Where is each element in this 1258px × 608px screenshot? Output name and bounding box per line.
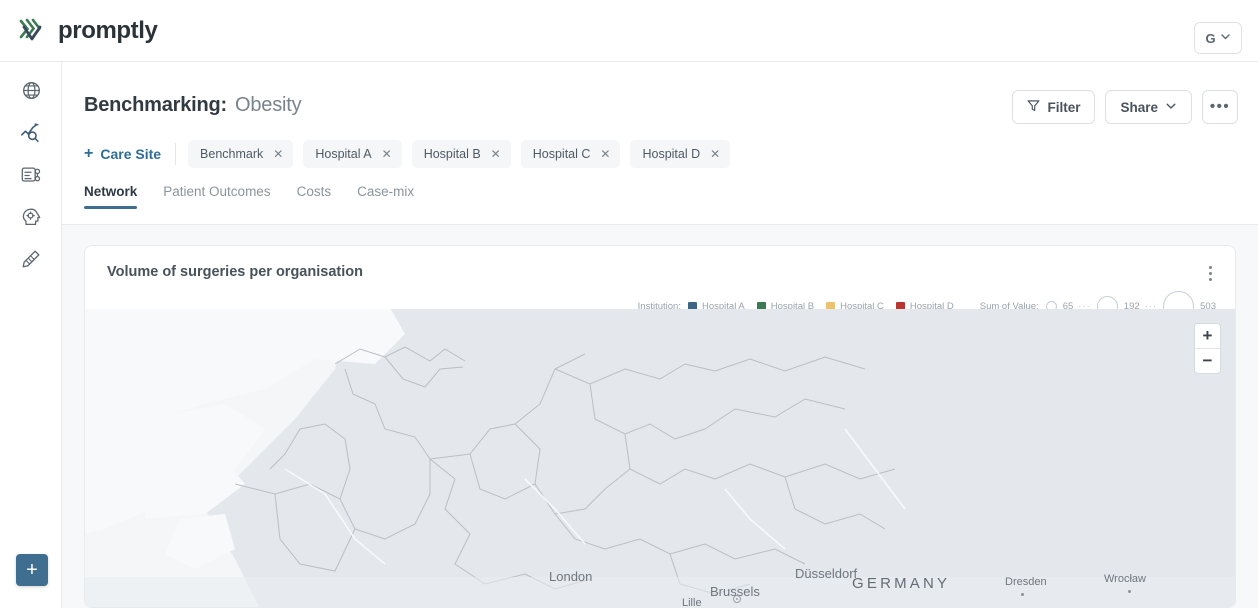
filter-chip[interactable]: Hospital B ✕ (412, 140, 511, 168)
add-care-site-label: Care Site (100, 146, 161, 162)
chart-card: Volume of surgeries per organisation Ins… (84, 245, 1236, 608)
content-area: Volume of surgeries per organisation Ins… (62, 225, 1258, 608)
close-icon[interactable]: ✕ (710, 148, 720, 160)
filter-chip[interactable]: Hospital C ✕ (521, 140, 621, 168)
head-gear-icon (20, 206, 42, 233)
close-icon[interactable]: ✕ (382, 148, 392, 160)
tab-network[interactable]: Network (84, 184, 137, 209)
chip-label: Benchmark (200, 147, 263, 161)
brand[interactable]: promptly (0, 17, 157, 45)
chart-card-title: Volume of surgeries per organisation (107, 264, 363, 280)
page-title-prefix: Benchmarking: (84, 94, 227, 117)
tab-costs[interactable]: Costs (297, 184, 332, 209)
sidebar-item-globe[interactable] (0, 72, 62, 114)
page-title-value: Obesity (235, 94, 301, 117)
plus-icon: + (26, 560, 38, 580)
tab-patient-outcomes[interactable]: Patient Outcomes (163, 184, 270, 209)
chip-label: Hospital A (315, 147, 371, 161)
user-menu-button[interactable]: G (1194, 22, 1242, 54)
page-title: Benchmarking: Obesity (84, 94, 301, 117)
add-care-site-button[interactable]: + Care Site (84, 146, 175, 162)
sidebar-add-button[interactable]: + (16, 554, 48, 586)
tab-case-mix[interactable]: Case-mix (357, 184, 414, 209)
sidebar: + (0, 62, 62, 608)
share-button[interactable]: Share (1105, 90, 1192, 124)
user-initial: G (1205, 31, 1215, 46)
map-zoom-controls: + − (1194, 323, 1221, 374)
chip-label: Hospital C (533, 147, 591, 161)
brand-name: promptly (58, 17, 157, 45)
sidebar-item-annotate[interactable] (0, 240, 62, 282)
close-icon[interactable]: ✕ (600, 148, 610, 160)
top-bar: promptly G (0, 0, 1258, 62)
map-capital-dot (733, 595, 741, 603)
chevron-down-icon (1220, 29, 1231, 47)
map-zoom-out-button[interactable]: − (1195, 349, 1220, 373)
sidebar-item-analytics[interactable] (0, 114, 62, 156)
sidebar-item-reports[interactable] (0, 156, 62, 198)
chip-label: Hospital D (642, 147, 700, 161)
share-label: Share (1120, 100, 1158, 115)
chip-label: Hospital B (424, 147, 481, 161)
bubble-map[interactable]: BELGIUM LUXEMBOURG GERMANY FRANCE CZECHI… (85, 309, 1235, 607)
close-icon[interactable]: ✕ (491, 148, 501, 160)
filter-chips-row: + Care Site Benchmark ✕ Hospital A ✕ Hos… (84, 140, 740, 168)
funnel-icon (1027, 99, 1040, 115)
filter-button[interactable]: Filter (1012, 90, 1095, 124)
pen-edit-icon (20, 248, 42, 275)
chevron-down-icon (1165, 100, 1177, 115)
kebab-menu-icon[interactable] (1199, 260, 1221, 286)
page-header: Benchmarking: Obesity Filter Share ••• (62, 62, 1258, 225)
page: Benchmarking: Obesity Filter Share ••• (62, 62, 1258, 608)
chevron-stack-logo-icon (18, 18, 48, 44)
more-actions-button[interactable]: ••• (1202, 90, 1238, 124)
filter-chip[interactable]: Hospital A ✕ (303, 140, 401, 168)
sidebar-item-insights[interactable] (0, 198, 62, 240)
map-zoom-in-button[interactable]: + (1195, 324, 1220, 348)
close-icon[interactable]: ✕ (273, 148, 283, 160)
filter-label: Filter (1047, 100, 1080, 115)
divider (175, 143, 176, 165)
header-actions: Filter Share ••• (1012, 90, 1238, 124)
plus-icon: + (84, 146, 93, 162)
tab-bar: Network Patient Outcomes Costs Case-mix (84, 184, 414, 209)
map-city-dot (1128, 590, 1131, 593)
map-city-dot (1021, 593, 1024, 596)
filter-chip[interactable]: Hospital D ✕ (630, 140, 730, 168)
filter-chip[interactable]: Benchmark ✕ (188, 140, 293, 168)
globe-icon (21, 80, 42, 106)
map-basemap (85, 309, 1235, 607)
list-settings-icon (20, 164, 42, 191)
chart-search-icon (20, 122, 42, 149)
